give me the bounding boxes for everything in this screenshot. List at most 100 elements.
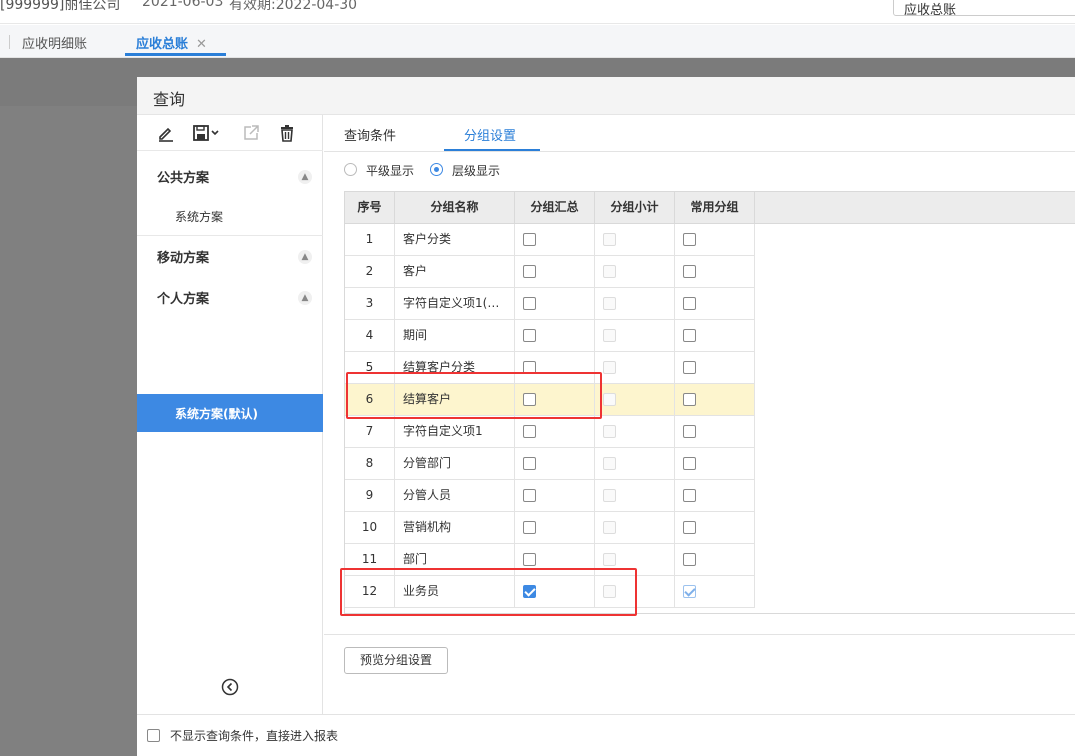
top-bar: [999999]丽佳公司 2021-06-03 有效期:2022-04-30 应… (0, 0, 1075, 24)
col-header-common: 常用分组 (675, 192, 755, 224)
edit-icon[interactable] (154, 121, 178, 145)
chevron-up-icon[interactable]: ▲ (298, 170, 312, 184)
tab-query-conditions[interactable]: 查询条件 (344, 125, 396, 144)
group-subtotal-cell (595, 480, 675, 512)
group-name: 字符自定义项1(… (395, 288, 515, 320)
group-name: 字符自定义项1 (395, 416, 515, 448)
group-name: 期间 (395, 320, 515, 352)
table-row[interactable]: 8 分管部门 (345, 448, 755, 480)
common-group-checkbox[interactable] (683, 233, 696, 246)
tab-group-settings[interactable]: 分组设置 (464, 125, 516, 144)
tab-label: 应收总账 (136, 37, 189, 52)
row-index: 2 (345, 256, 395, 288)
common-group-cell (675, 352, 755, 384)
chevron-up-icon[interactable]: ▲ (298, 291, 312, 305)
common-group-cell (675, 544, 755, 576)
group-sum-checkbox[interactable] (523, 521, 536, 534)
skip-query-checkbox[interactable] (147, 729, 160, 742)
radio-flat[interactable] (344, 163, 357, 176)
common-group-checkbox[interactable] (683, 361, 696, 374)
group-subtotal-cell (595, 352, 675, 384)
active-tab-indicator (125, 53, 226, 56)
common-group-checkbox[interactable] (683, 553, 696, 566)
section-public-title[interactable]: 公共方案 (157, 167, 209, 186)
table-row[interactable]: 1 客户分类 (345, 224, 755, 256)
row-index: 9 (345, 480, 395, 512)
group-sum-checkbox[interactable] (523, 489, 536, 502)
tab-receivable-ledger[interactable]: 应收总账 ✕ (136, 33, 207, 52)
group-sum-cell (515, 320, 595, 352)
login-date: 2021-06-03 (142, 0, 224, 10)
common-group-checkbox[interactable] (683, 521, 696, 534)
group-subtotal-cell (595, 448, 675, 480)
group-name: 营销机构 (395, 512, 515, 544)
common-group-checkbox[interactable] (683, 425, 696, 438)
divider (137, 235, 323, 236)
common-group-checkbox[interactable] (683, 265, 696, 278)
group-subtotal-checkbox (603, 329, 616, 342)
preview-group-settings-button[interactable]: 预览分组设置 (344, 647, 448, 674)
group-subtotal-cell (595, 256, 675, 288)
common-group-checkbox[interactable] (683, 393, 696, 406)
table-row[interactable]: 7 字符自定义项1 (345, 416, 755, 448)
common-group-checkbox[interactable] (683, 457, 696, 470)
common-group-cell (675, 320, 755, 352)
common-group-checkbox[interactable] (683, 329, 696, 342)
annotation-box-row-12 (340, 568, 637, 616)
common-group-cell (675, 288, 755, 320)
group-subtotal-cell (595, 224, 675, 256)
delete-icon[interactable] (275, 121, 299, 145)
group-sum-checkbox[interactable] (523, 329, 536, 342)
scheme-panel: 公共方案 ▲ 系统方案 移动方案 ▲ 个人方案 ▲ 系统方案(默认) (137, 115, 323, 714)
group-sum-checkbox[interactable] (523, 297, 536, 310)
table-row[interactable]: 4 期间 (345, 320, 755, 352)
scheme-item-system[interactable]: 系统方案 (175, 208, 223, 225)
group-subtotal-cell (595, 384, 675, 416)
section-mobile-title[interactable]: 移动方案 (157, 247, 209, 266)
group-name: 分管部门 (395, 448, 515, 480)
group-subtotal-cell (595, 288, 675, 320)
group-subtotal-checkbox (603, 489, 616, 502)
table-row[interactable]: 9 分管人员 (345, 480, 755, 512)
common-group-cell (675, 448, 755, 480)
scheme-item-system-default[interactable]: 系统方案(默认) (137, 394, 323, 432)
annotation-box-row-6 (346, 372, 602, 419)
radio-hierarchical[interactable] (430, 163, 443, 176)
query-dialog: 查询 公共方案 ▲ 系统方案 移动方案 ▲ 个人方案 ▲ 系统方案(默认) 查询… (137, 77, 1075, 756)
common-group-checkbox[interactable] (683, 489, 696, 502)
group-subtotal-checkbox (603, 233, 616, 246)
group-sum-checkbox[interactable] (523, 233, 536, 246)
dialog-header: 查询 (137, 77, 1075, 115)
group-sum-checkbox[interactable] (523, 425, 536, 438)
row-index: 10 (345, 512, 395, 544)
scheme-item-label: 系统方案(默认) (175, 407, 258, 421)
chevron-up-icon[interactable]: ▲ (298, 250, 312, 264)
save-icon[interactable] (191, 121, 225, 145)
collapse-left-icon[interactable] (221, 678, 239, 696)
table-row[interactable]: 3 字符自定义项1(… (345, 288, 755, 320)
export-icon[interactable] (239, 121, 263, 145)
table-row[interactable]: 2 客户 (345, 256, 755, 288)
common-group-cell (675, 512, 755, 544)
skip-query-label: 不显示查询条件，直接进入报表 (170, 729, 339, 743)
active-tab-indicator (444, 149, 540, 151)
tab-receivable-detail[interactable]: 应收明细账 (22, 33, 87, 52)
table-row[interactable]: 10 营销机构 (345, 512, 755, 544)
group-sum-checkbox[interactable] (523, 553, 536, 566)
group-subtotal-cell (595, 416, 675, 448)
common-group-checkbox[interactable] (683, 297, 696, 310)
group-sum-checkbox[interactable] (523, 265, 536, 278)
row-index: 1 (345, 224, 395, 256)
settings-tabs: 查询条件 分组设置 (324, 115, 1075, 152)
group-sum-cell (515, 288, 595, 320)
section-personal-title[interactable]: 个人方案 (157, 288, 209, 307)
group-subtotal-checkbox (603, 457, 616, 470)
divider (324, 634, 1075, 635)
common-group-cell (675, 416, 755, 448)
group-sum-cell (515, 224, 595, 256)
group-sum-checkbox[interactable] (523, 457, 536, 470)
group-subtotal-checkbox (603, 393, 616, 406)
close-icon[interactable]: ✕ (196, 37, 207, 52)
search-input[interactable]: 应收总账 (893, 0, 1075, 18)
common-group-checkbox[interactable] (683, 585, 696, 598)
